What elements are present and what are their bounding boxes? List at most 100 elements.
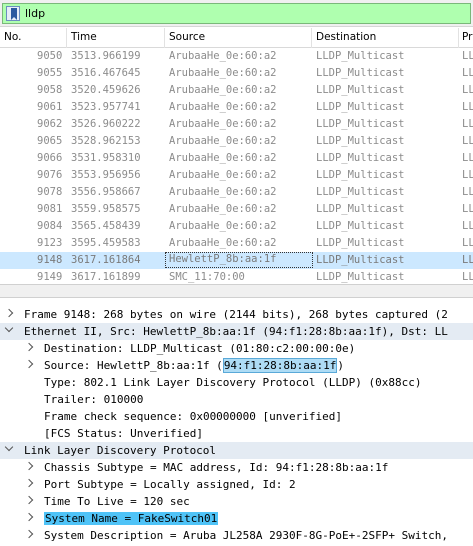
packet-destination: LLDP_Multicast xyxy=(316,186,405,198)
packet-row[interactable]: 9149 3617.161899 SMC_11:70:00 LLDP_Multi… xyxy=(0,269,473,284)
packet-protocol: LL xyxy=(462,101,473,113)
packet-protocol: LL xyxy=(462,152,473,164)
packet-destination: LLDP_Multicast xyxy=(316,220,405,232)
packet-row[interactable]: 9084 3565.458439 ArubaaHe_0e:60:a2 LLDP_… xyxy=(0,218,473,235)
tree-item-label: Source: HewlettP_8b:aa:1f (94:f1:28:8b:a… xyxy=(44,358,344,373)
column-header-source[interactable]: Source xyxy=(169,31,205,45)
packet-row[interactable]: 9076 3553.956956 ArubaaHe_0e:60:a2 LLDP_… xyxy=(0,167,473,184)
packet-list[interactable]: 9050 3513.966199 ArubaaHe_0e:60:a2 LLDP_… xyxy=(0,48,473,284)
packet-no: 9055 xyxy=(37,67,63,79)
expand-arrow-icon[interactable] xyxy=(24,495,34,505)
packet-source: ArubaaHe_0e:60:a2 xyxy=(169,101,277,113)
tree-item-frame[interactable]: Frame 9148: 268 bytes on wire (2144 bits… xyxy=(0,306,473,323)
column-separator[interactable] xyxy=(66,28,67,48)
packet-source: ArubaaHe_0e:60:a2 xyxy=(169,220,277,232)
tree-item-system-name[interactable]: System Name = FakeSwitch01 xyxy=(0,510,473,527)
tree-item-chassis[interactable]: Chassis Subtype = MAC address, Id: 94:f1… xyxy=(0,459,473,476)
packet-row[interactable]: 9055 3516.467645 ArubaaHe_0e:60:a2 LLDP_… xyxy=(0,65,473,82)
packet-source: ArubaaHe_0e:60:a2 xyxy=(169,50,277,62)
packet-row[interactable]: 9062 3526.960222 ArubaaHe_0e:60:a2 LLDP_… xyxy=(0,116,473,133)
tree-item-eth-type[interactable]: Type: 802.1 Link Layer Discovery Protoco… xyxy=(0,374,473,391)
packet-row[interactable]: 9061 3523.957741 ArubaaHe_0e:60:a2 LLDP_… xyxy=(0,99,473,116)
column-header-destination[interactable]: Destination xyxy=(316,31,376,45)
tree-item-system-description[interactable]: System Description = Aruba JL258A 2930F-… xyxy=(0,527,473,544)
expand-arrow-icon[interactable] xyxy=(24,359,34,369)
source-mac-highlight: 94:f1:28:8b:aa:1f xyxy=(222,358,338,373)
packet-source: ArubaaHe_0e:60:a2 xyxy=(169,67,277,79)
column-separator[interactable] xyxy=(458,28,459,48)
packet-source: ArubaaHe_0e:60:a2 xyxy=(169,152,277,164)
column-header-time[interactable]: Time xyxy=(71,31,97,45)
packet-no: 9149 xyxy=(37,271,63,283)
tree-item-label: Port Subtype = Locally assigned, Id: 2 xyxy=(44,478,296,491)
packet-source: SMC_11:70:00 xyxy=(169,271,245,283)
source-prefix: Source: HewlettP_8b:aa:1f ( xyxy=(44,359,223,372)
tree-item-eth-source[interactable]: Source: HewlettP_8b:aa:1f (94:f1:28:8b:a… xyxy=(0,357,473,374)
tree-item-eth-destination[interactable]: Destination: LLDP_Multicast (01:80:c2:00… xyxy=(0,340,473,357)
packet-source: HewlettP_8b:aa:1f xyxy=(165,252,313,268)
tree-item-label: Frame 9148: 268 bytes on wire (2144 bits… xyxy=(24,308,448,321)
expand-arrow-icon[interactable] xyxy=(24,461,34,471)
packet-row[interactable]: 9123 3595.459583 ArubaaHe_0e:60:a2 LLDP_… xyxy=(0,235,473,252)
tree-item-port[interactable]: Port Subtype = Locally assigned, Id: 2 xyxy=(0,476,473,493)
tree-item-ttl[interactable]: Time To Live = 120 sec xyxy=(0,493,473,510)
packet-row[interactable]: 9066 3531.958310 ArubaaHe_0e:60:a2 LLDP_… xyxy=(0,150,473,167)
packet-source: ArubaaHe_0e:60:a2 xyxy=(169,186,277,198)
packet-protocol: LL xyxy=(462,220,473,232)
bookmark-icon[interactable] xyxy=(6,6,20,21)
packet-protocol: LL xyxy=(462,186,473,198)
packet-time: 3565.458439 xyxy=(71,220,141,232)
column-separator[interactable] xyxy=(311,28,312,48)
packet-protocol: LL xyxy=(462,67,473,79)
packet-protocol: LL xyxy=(462,254,473,266)
packet-source: ArubaaHe_0e:60:a2 xyxy=(169,135,277,147)
packet-row[interactable]: 9065 3528.962153 ArubaaHe_0e:60:a2 LLDP_… xyxy=(0,133,473,150)
packet-protocol: LL xyxy=(462,118,473,130)
tree-item-lldp[interactable]: Link Layer Discovery Protocol xyxy=(0,442,473,459)
display-filter-toolbar: lldp xyxy=(0,0,473,27)
packet-destination: LLDP_Multicast xyxy=(316,118,405,130)
display-filter-input[interactable]: lldp xyxy=(2,3,471,24)
collapse-arrow-icon[interactable] xyxy=(4,442,14,452)
expand-arrow-icon[interactable] xyxy=(24,478,34,488)
tree-item-ethernet[interactable]: Ethernet II, Src: HewlettP_8b:aa:1f (94:… xyxy=(0,323,473,340)
tree-item-label: Ethernet II, Src: HewlettP_8b:aa:1f (94:… xyxy=(24,325,448,338)
collapse-arrow-icon[interactable] xyxy=(4,323,14,333)
tree-item-eth-trailer[interactable]: Trailer: 010000 xyxy=(0,391,473,408)
packet-row[interactable]: 9078 3556.958667 ArubaaHe_0e:60:a2 LLDP_… xyxy=(0,184,473,201)
expand-arrow-icon[interactable] xyxy=(24,342,34,352)
packet-protocol: LL xyxy=(462,237,473,249)
expand-arrow-icon[interactable] xyxy=(24,529,34,539)
packet-destination: LLDP_Multicast xyxy=(316,67,405,79)
expand-arrow-icon[interactable] xyxy=(24,512,34,522)
packet-no: 9078 xyxy=(37,186,63,198)
packet-destination: LLDP_Multicast xyxy=(316,271,405,283)
tree-item-label: Trailer: 010000 xyxy=(44,393,144,406)
packet-source: ArubaaHe_0e:60:a2 xyxy=(169,203,277,215)
packet-row[interactable]: 9050 3513.966199 ArubaaHe_0e:60:a2 LLDP_… xyxy=(0,48,473,65)
packet-time: 3513.966199 xyxy=(71,50,141,62)
packet-time: 3520.459626 xyxy=(71,84,141,96)
tree-item-label: [FCS Status: Unverified] xyxy=(44,427,203,440)
tree-item-eth-fcs[interactable]: Frame check sequence: 0x00000000 [unveri… xyxy=(0,408,473,425)
column-separator[interactable] xyxy=(164,28,165,48)
column-header-no[interactable]: No. xyxy=(4,31,21,45)
packet-source: ArubaaHe_0e:60:a2 xyxy=(169,118,277,130)
packet-destination: LLDP_Multicast xyxy=(316,152,405,164)
packet-time: 3617.161899 xyxy=(71,271,141,283)
packet-source: ArubaaHe_0e:60:a2 xyxy=(169,169,277,181)
column-header-protocol[interactable]: Pr xyxy=(462,31,472,45)
packet-time: 3528.962153 xyxy=(71,135,141,147)
tree-item-eth-fcs-status[interactable]: [FCS Status: Unverified] xyxy=(0,425,473,442)
packet-row[interactable]: 9058 3520.459626 ArubaaHe_0e:60:a2 LLDP_… xyxy=(0,82,473,99)
packet-row-selected[interactable]: 9148 3617.161864 HewlettP_8b:aa:1f LLDP_… xyxy=(0,252,473,269)
packet-no: 9061 xyxy=(37,101,63,113)
expand-arrow-icon[interactable] xyxy=(4,308,14,318)
tree-item-label: Destination: LLDP_Multicast (01:80:c2:00… xyxy=(44,342,356,355)
packet-row[interactable]: 9081 3559.958575 ArubaaHe_0e:60:a2 LLDP_… xyxy=(0,201,473,218)
packet-time: 3526.960222 xyxy=(71,118,141,130)
packet-destination: LLDP_Multicast xyxy=(316,135,405,147)
pane-splitter[interactable] xyxy=(0,284,473,298)
tree-item-label: Link Layer Discovery Protocol xyxy=(24,444,217,457)
packet-details-tree[interactable]: Frame 9148: 268 bytes on wire (2144 bits… xyxy=(0,298,473,546)
